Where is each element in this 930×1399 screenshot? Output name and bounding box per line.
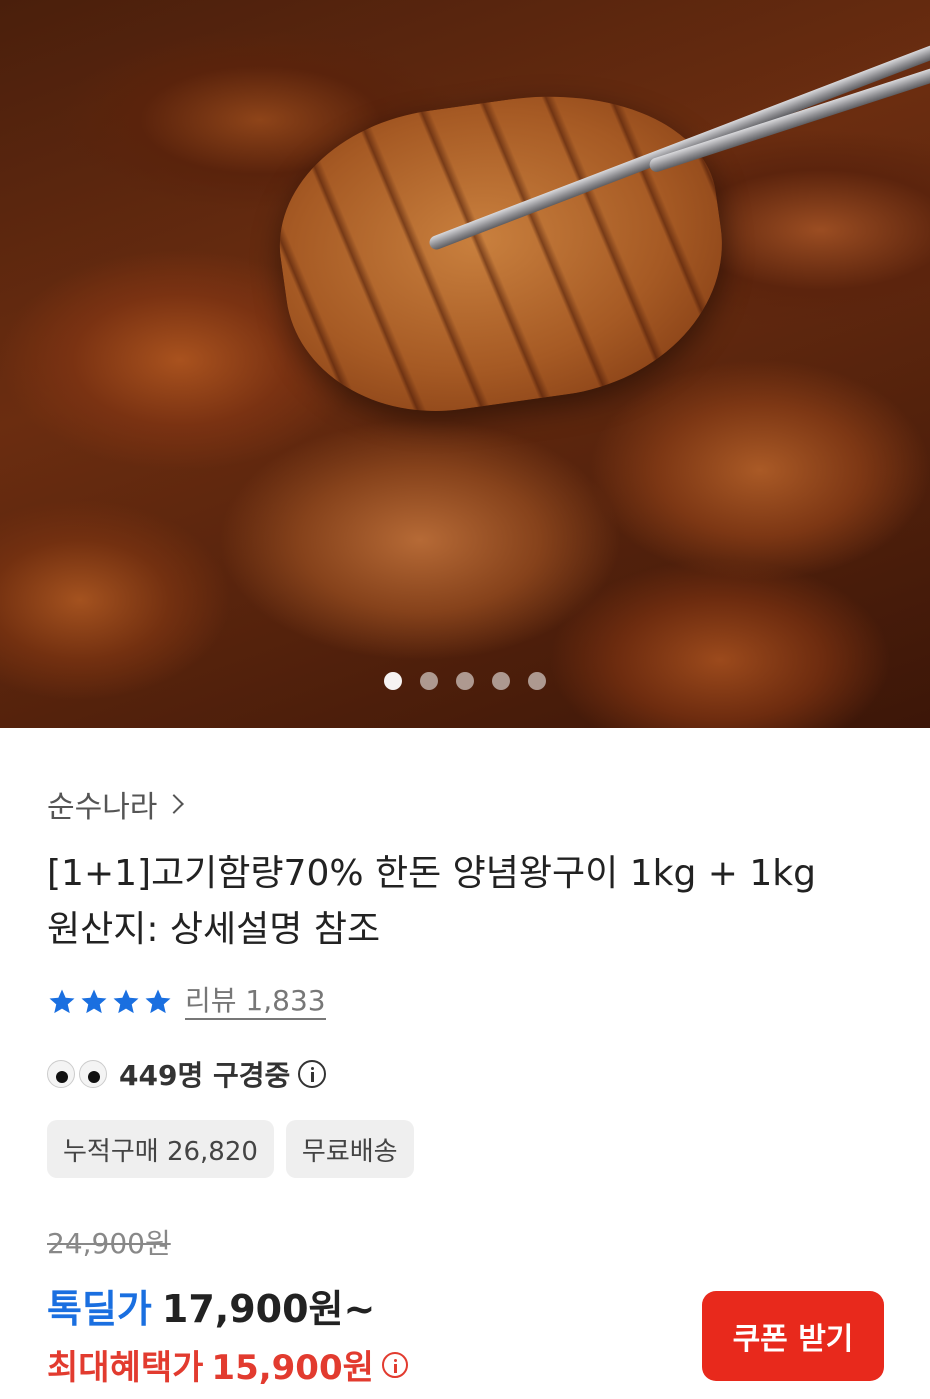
tag-free-shipping: 무료배송	[285, 1120, 414, 1178]
star-icon	[49, 989, 75, 1014]
brand-name: 순수나라	[47, 790, 158, 825]
deal-price: 17,900원~	[161, 1287, 376, 1331]
product-title: [1+1]고기함량70% 한돈 양념왕구이 1kg + 1kg 원산지: 상세설…	[47, 846, 887, 958]
star-icon	[113, 989, 139, 1014]
rating-row: 리뷰 1,833	[47, 984, 326, 1020]
max-benefit-row: 최대혜택가 15,900원	[47, 1340, 408, 1389]
deal-price-row: 톡딜가 17,900원~	[47, 1278, 375, 1333]
carousel-dot[interactable]	[384, 672, 402, 690]
product-image[interactable]	[0, 0, 930, 728]
carousel-dot[interactable]	[492, 672, 510, 690]
carousel-indicators	[0, 672, 930, 692]
brand-link[interactable]: 순수나라	[47, 782, 185, 826]
original-price: 24,900원	[47, 1227, 171, 1260]
review-count-link[interactable]: 리뷰 1,833	[185, 984, 326, 1020]
info-icon[interactable]	[381, 1351, 408, 1378]
meat-highlight	[263, 72, 741, 432]
viewer-count: 449명 구경중	[47, 1054, 327, 1094]
star-rating	[47, 987, 173, 1017]
deal-label: 톡딜가	[47, 1287, 152, 1331]
carousel-dot[interactable]	[456, 672, 474, 690]
max-benefit-price: 15,900원	[211, 1348, 374, 1388]
max-benefit-label: 최대혜택가	[47, 1348, 204, 1388]
carousel-dot[interactable]	[420, 672, 438, 690]
star-icon	[81, 989, 107, 1014]
get-coupon-button[interactable]: 쿠폰 받기	[702, 1291, 884, 1381]
info-icon[interactable]	[298, 1060, 327, 1088]
eyes-icon	[47, 1060, 107, 1088]
chevron-right-icon	[164, 794, 185, 814]
viewer-count-text: 449명 구경중	[119, 1059, 291, 1092]
product-origin-line: 원산지: 상세설명 참조	[47, 909, 381, 950]
product-title-line: [1+1]고기함량70% 한돈 양념왕구이 1kg + 1kg	[47, 853, 816, 894]
star-icon	[145, 989, 171, 1014]
product-tags: 누적구매 26,820 무료배송	[47, 1120, 414, 1178]
tag-cumulative-purchases: 누적구매 26,820	[47, 1120, 274, 1178]
carousel-dot[interactable]	[528, 672, 546, 690]
